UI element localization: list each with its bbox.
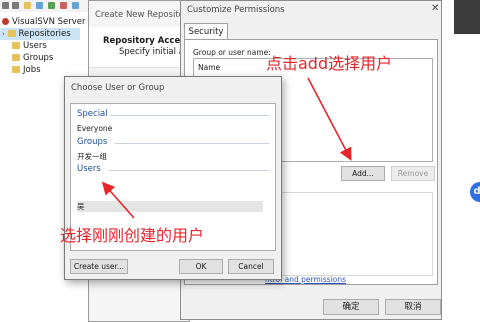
help-icon[interactable] (72, 2, 79, 9)
dialog-title: Customize Permissions (187, 5, 285, 15)
refresh-icon[interactable] (48, 2, 55, 9)
ok-button[interactable]: 确定 (323, 299, 379, 315)
tab-security[interactable]: Security (184, 23, 228, 40)
tree-item-label: VisualSVN Server (L (12, 17, 97, 27)
server-icon (2, 18, 9, 25)
tree-item-users[interactable]: Users (12, 40, 47, 52)
tree-item-repositories[interactable]: › Repositories (0, 28, 80, 40)
folder-icon (12, 66, 20, 73)
wizard-heading: Repository Access (103, 36, 191, 46)
group-header-special: Special (77, 109, 108, 119)
background-panel (454, 0, 480, 34)
group-header-users: Users (77, 164, 101, 174)
dialog-title: Choose User or Group (71, 83, 165, 93)
tree-item-label: Jobs (23, 65, 41, 75)
choose-user-or-group-dialog: Choose User or Group Special Everyone Gr… (64, 76, 282, 280)
annotation-click-add: 点击add选择用户 (266, 54, 393, 73)
remove-button[interactable]: Remove (391, 166, 435, 181)
folder-icon (12, 54, 20, 61)
add-button[interactable]: Add... (341, 166, 385, 181)
wizard-title: Create New Repositor (95, 10, 188, 20)
list-item-everyone[interactable]: Everyone (77, 124, 112, 133)
chevron-right-icon[interactable]: › (2, 30, 5, 38)
background-window (442, 0, 480, 320)
cancel-button[interactable]: Cancel (228, 259, 274, 274)
group-or-user-label: Group or user name: (193, 48, 271, 57)
forward-icon[interactable] (12, 2, 19, 9)
group-header-groups: Groups (77, 137, 108, 147)
annotation-select-user: 选择刚刚创建的用户 (60, 226, 205, 245)
divider (111, 115, 269, 116)
folder-icon[interactable] (24, 2, 31, 9)
column-header-name[interactable]: Name (198, 63, 220, 72)
close-icon[interactable]: ✕ (431, 3, 439, 14)
tree-item-groups[interactable]: Groups (12, 52, 53, 64)
folder-icon (7, 30, 16, 37)
list-item-user-selected[interactable] (77, 201, 263, 212)
divider (115, 143, 269, 144)
divider (109, 170, 269, 171)
list-item-user[interactable]: 吴 (77, 201, 85, 212)
create-user-button[interactable]: Create user... (70, 259, 128, 274)
back-icon[interactable] (2, 2, 9, 9)
list-item-group[interactable]: 开发一组 (77, 151, 107, 162)
properties-icon[interactable] (60, 2, 67, 9)
ok-button[interactable]: OK (179, 259, 223, 274)
tree-item-label: Repositories (18, 29, 71, 39)
tree-item-jobs[interactable]: Jobs (12, 64, 41, 76)
tree-item-label: Users (23, 41, 47, 51)
folder-icon (12, 42, 20, 49)
window-icon[interactable] (36, 2, 43, 9)
tree-item-server[interactable]: VisualSVN Server (L (2, 16, 96, 28)
tree-item-label: Groups (23, 53, 54, 63)
cancel-button[interactable]: 取消 (385, 299, 441, 315)
